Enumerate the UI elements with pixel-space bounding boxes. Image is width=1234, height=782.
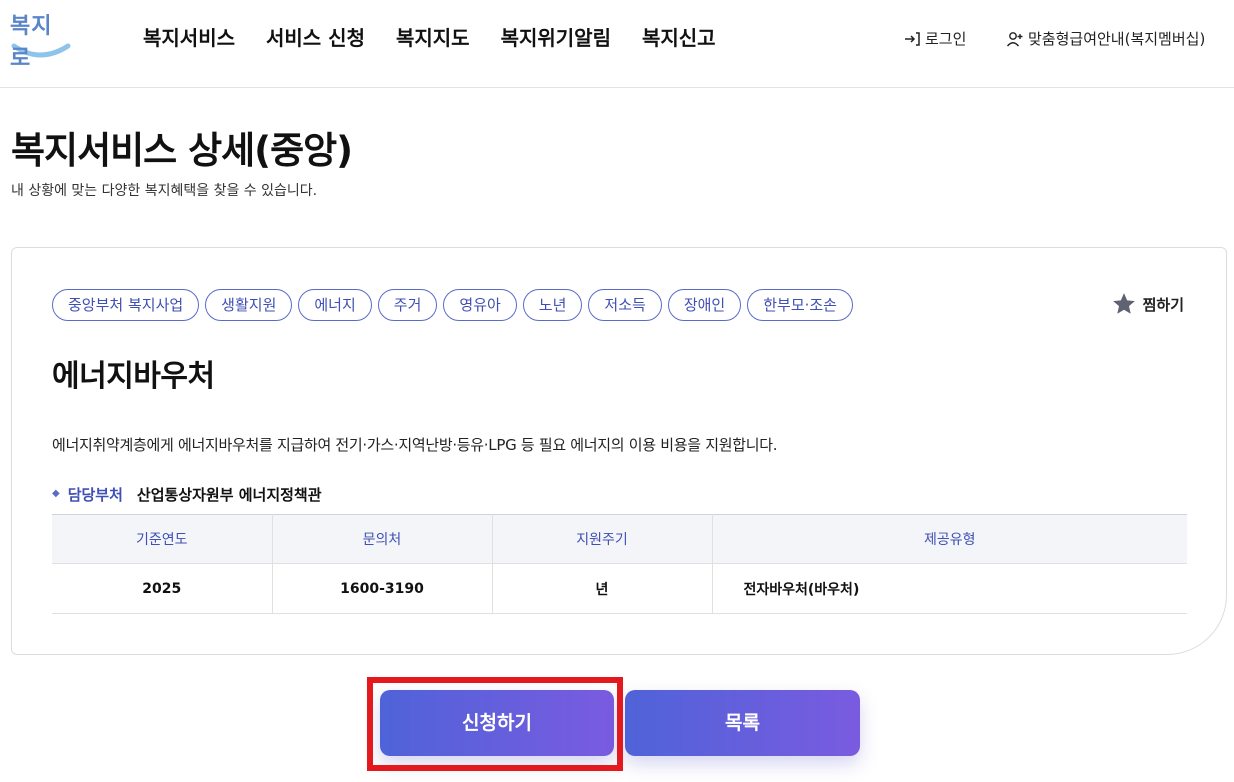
department-label: 담당부처 — [67, 486, 123, 504]
favorite-button[interactable]: 찜하기 — [1111, 291, 1184, 317]
user-add-icon — [1006, 31, 1023, 46]
header-base-year: 기준연도 — [52, 514, 273, 564]
tag-elderly[interactable]: 노년 — [522, 289, 583, 321]
membership-label: 맞춤형급여안내(복지멤버십) — [1028, 30, 1206, 48]
logo-text: 복지로 — [10, 14, 53, 71]
category-tags: 중앙부처 복지사업 생활지원 에너지 주거 영유아 노년 저소득 장애인 한부모… — [52, 289, 853, 321]
service-info-table: 기준연도 문의처 지원주기 제공유형 2025 1600-3190 년 전자바우… — [52, 514, 1187, 614]
header-cycle: 지원주기 — [492, 514, 713, 564]
header-contact: 문의처 — [272, 514, 493, 564]
cell-provision-type: 전자바우처(바우처) — [712, 563, 1187, 614]
header-provision-type: 제공유형 — [712, 514, 1187, 564]
membership-link[interactable]: 맞춤형급여안내(복지멤버십) — [1006, 28, 1205, 49]
service-description: 에너지취약계층에게 에너지바우처를 지급하여 전기·가스·지역난방·등유·LPG… — [52, 436, 778, 454]
tag-low-income[interactable]: 저소득 — [588, 289, 662, 321]
site-header: 복지로 복지서비스 서비스 신청 복지지도 복지위기알림 복지신고 로그인 맞춤… — [0, 0, 1234, 88]
apply-button[interactable]: 신청하기 — [380, 690, 614, 756]
tag-energy[interactable]: 에너지 — [298, 289, 372, 321]
site-logo[interactable]: 복지로 — [10, 6, 72, 71]
diamond-bullet-icon: ◆ — [52, 488, 60, 499]
list-button[interactable]: 목록 — [625, 690, 860, 756]
nav-welfare-map[interactable]: 복지지도 — [396, 22, 470, 51]
tag-disabled[interactable]: 장애인 — [667, 289, 742, 321]
tag-central-ministry[interactable]: 중앙부처 복지사업 — [52, 289, 200, 321]
service-detail-card: 중앙부처 복지사업 생활지원 에너지 주거 영유아 노년 저소득 장애인 한부모… — [11, 247, 1227, 655]
star-icon — [1112, 293, 1135, 314]
department-info: ◆ 담당부처 산업통상자원부 에너지정책관 — [52, 484, 322, 505]
table-row: 2025 1600-3190 년 전자바우처(바우처) — [52, 563, 1187, 614]
tag-single-parent[interactable]: 한부모·조손 — [747, 289, 853, 321]
tag-living-support[interactable]: 생활지원 — [205, 289, 293, 321]
page-title: 복지서비스 상세(중앙) — [11, 129, 353, 172]
login-link[interactable]: 로그인 — [903, 28, 966, 49]
main-nav: 복지서비스 서비스 신청 복지지도 복지위기알림 복지신고 — [143, 22, 747, 51]
tag-infants[interactable]: 영유아 — [443, 289, 517, 321]
cell-cycle: 년 — [492, 563, 713, 614]
service-title: 에너지바우처 — [52, 359, 215, 394]
nav-welfare-report[interactable]: 복지신고 — [642, 22, 716, 51]
cell-contact: 1600-3190 — [272, 563, 493, 614]
login-icon — [905, 31, 920, 46]
page-subtitle: 내 상황에 맞는 다양한 복지혜택을 찾을 수 있습니다. — [11, 183, 318, 199]
tag-housing[interactable]: 주거 — [377, 289, 438, 321]
cell-base-year: 2025 — [52, 563, 273, 614]
login-label: 로그인 — [925, 30, 967, 48]
table-header-row: 기준연도 문의처 지원주기 제공유형 — [52, 514, 1187, 564]
nav-crisis-alert[interactable]: 복지위기알림 — [501, 22, 611, 51]
nav-welfare-services[interactable]: 복지서비스 — [143, 22, 235, 51]
favorite-label: 찜하기 — [1142, 295, 1184, 314]
nav-service-apply[interactable]: 서비스 신청 — [266, 22, 365, 51]
department-value: 산업통상자원부 에너지정책관 — [136, 486, 322, 504]
